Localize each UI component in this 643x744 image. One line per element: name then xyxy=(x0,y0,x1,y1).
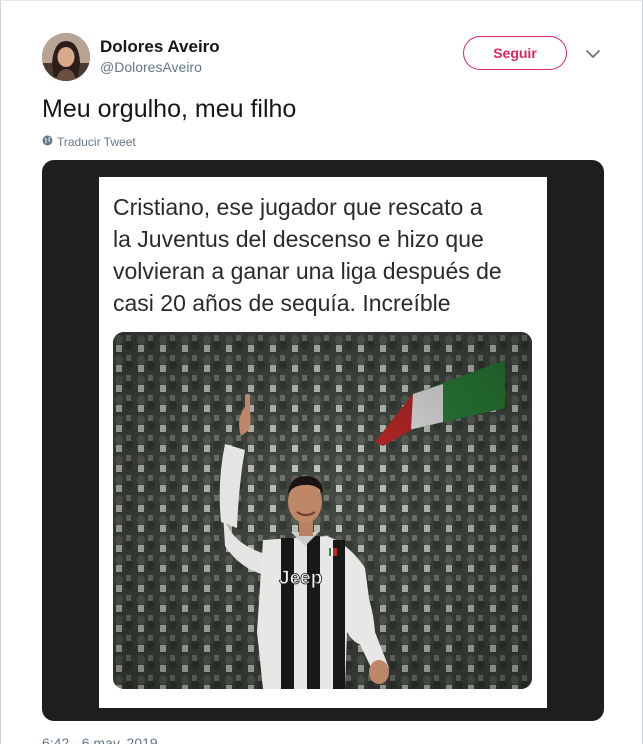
author-name[interactable]: Dolores Aveiro xyxy=(100,37,220,57)
avatar-image xyxy=(42,33,90,81)
globe-icon xyxy=(42,133,53,151)
chevron-down-icon[interactable] xyxy=(584,45,602,63)
translate-tweet-link[interactable]: Traducir Tweet xyxy=(42,133,136,151)
follow-button[interactable]: Seguir xyxy=(463,36,567,70)
stadium-photo: Jeep xyxy=(113,332,532,689)
tweet-timestamp[interactable]: 6:42 - 6 may. 2019 xyxy=(42,735,158,744)
player-photo: Jeep xyxy=(113,332,532,689)
tweet-card: Dolores Aveiro @DoloresAveiro Seguir Meu… xyxy=(0,0,643,744)
tweet-media[interactable]: Cristiano, ese jugador que rescato a la … xyxy=(42,160,604,721)
avatar[interactable] xyxy=(42,33,90,81)
meme-caption-line: la Juventus del descenso e hizo que xyxy=(113,226,484,252)
meme-image: Cristiano, ese jugador que rescato a la … xyxy=(99,177,547,708)
meme-caption-line: Cristiano, ese jugador que rescato a xyxy=(113,194,483,220)
translate-tweet-label: Traducir Tweet xyxy=(57,135,136,149)
meme-caption: Cristiano, ese jugador que rescato a la … xyxy=(113,191,533,319)
meme-caption-line: volvieran a ganar una liga después de xyxy=(113,258,502,284)
meme-caption-line: casi 20 años de sequía. Increíble xyxy=(113,290,451,316)
author-handle[interactable]: @DoloresAveiro xyxy=(100,59,202,75)
tweet-text: Meu orgulho, meu filho xyxy=(42,95,297,123)
